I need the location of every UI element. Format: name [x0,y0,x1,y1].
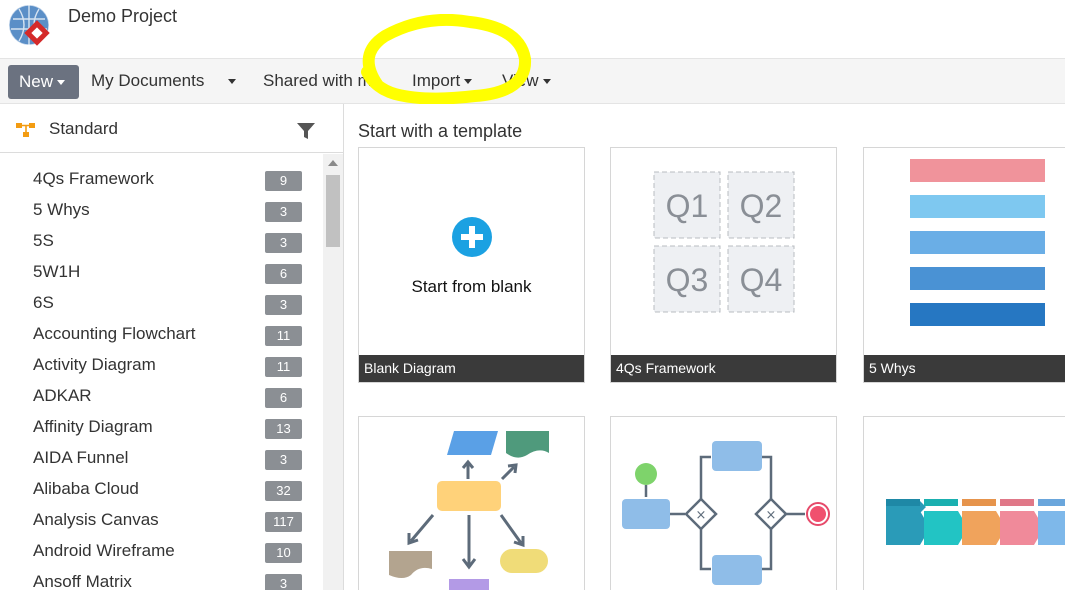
template-card-blank[interactable]: Start from blank Blank Diagram [358,147,585,383]
plus-circle-icon [452,217,492,257]
card-caption: Blank Diagram [359,355,584,382]
list-item-label: 4Qs Framework [33,169,154,188]
new-button-label: New [19,72,54,91]
list-item-label: 5S [33,231,54,250]
template-card-mindmap[interactable] [358,416,585,590]
list-item-label: Accounting Flowchart [33,324,196,343]
scrollbar-thumb[interactable] [326,175,340,247]
count-badge: 11 [265,326,302,346]
list-item[interactable]: Affinity Diagram 13 [0,412,322,443]
list-item-label: ADKAR [33,386,92,405]
scroll-up-arrow-icon[interactable] [328,160,338,166]
app-header: Demo Project [0,0,1065,58]
svg-text:×: × [696,508,707,523]
import-label: Import [412,71,461,90]
count-badge: 3 [265,450,302,470]
list-item-label: Ansoff Matrix [33,572,132,590]
standard-category-icon [16,123,35,137]
card-caption: 5 Whys [864,355,1065,382]
list-item-label: Android Wireframe [33,541,175,560]
chevron-down-icon [464,79,473,85]
my-documents-menu[interactable]: My Documents [91,59,204,103]
template-card-arrows[interactable] [863,416,1065,590]
card-caption: 4Qs Framework [611,355,836,382]
quadrant-label: Q4 [740,262,783,298]
template-category-list: 4Qs Framework 9 5 Whys 3 5S 3 5W1H 6 6S … [0,153,322,590]
template-sidebar: Standard 4Qs Framework 9 5 Whys 3 5S 3 5… [0,104,344,590]
list-item[interactable]: 4Qs Framework 9 [0,164,322,195]
template-card-bpmn[interactable]: × × [610,416,837,590]
list-item-label: 5 Whys [33,200,90,219]
count-badge: 6 [265,388,302,408]
count-badge: 10 [265,543,302,563]
template-card-4qs[interactable]: Q1 Q2 Q3 Q4 4Qs Framework [610,147,837,383]
main-toolbar: New My Documents Shared with me Import V… [0,58,1065,104]
count-badge: 3 [265,233,302,253]
list-item-label: AIDA Funnel [33,448,129,467]
list-item[interactable]: AIDA Funnel 3 [0,443,322,474]
bpmn-thumbnail: × × [622,441,830,585]
list-item-label: Affinity Diagram [33,417,153,436]
count-badge: 117 [265,512,302,532]
count-badge: 11 [265,357,302,377]
quadrant-label: Q1 [666,188,709,224]
list-item[interactable]: Android Wireframe 10 [0,536,322,567]
chevron-down-icon [228,79,236,85]
5whys-thumbnail [910,159,1045,326]
list-item[interactable]: 5 Whys 3 [0,195,322,226]
count-badge: 13 [265,419,302,439]
count-badge: 3 [265,202,302,222]
list-item-label: 6S [33,293,54,312]
list-item[interactable]: Alibaba Cloud 32 [0,474,322,505]
list-item-label: Activity Diagram [33,355,156,374]
list-item[interactable]: 5W1H 6 [0,257,322,288]
view-menu[interactable]: View [502,59,551,103]
sidebar-scrollbar[interactable] [323,154,343,590]
chevron-down-icon [542,79,551,85]
count-badge: 3 [265,295,302,315]
quadrant-label: Q3 [666,262,709,298]
count-badge: 32 [265,481,302,501]
count-badge: 3 [265,574,302,590]
4qs-thumbnail: Q1 Q2 Q3 Q4 [653,171,795,313]
list-item[interactable]: Accounting Flowchart 11 [0,319,322,350]
svg-text:×: × [766,508,777,523]
list-item[interactable]: Activity Diagram 11 [0,350,322,381]
sidebar-header[interactable]: Standard [0,104,344,153]
chevron-down-icon [57,80,66,86]
start-from-blank-text: Start from blank [411,277,532,296]
shared-with-me-label: Shared with me [263,71,382,90]
my-documents-label: My Documents [91,71,205,90]
template-card-5whys[interactable]: 5 Whys [863,147,1065,383]
list-item-label: Analysis Canvas [33,510,159,529]
section-title: Start with a template [358,121,523,141]
list-item-label: Alibaba Cloud [33,479,139,498]
app-logo-icon[interactable] [7,3,51,47]
count-badge: 6 [265,264,302,284]
list-item[interactable]: 5S 3 [0,226,322,257]
quadrant-label: Q2 [740,188,783,224]
list-item[interactable]: Analysis Canvas 117 [0,505,322,536]
project-title[interactable]: Demo Project [68,6,177,27]
count-badge: 9 [265,171,302,191]
filter-icon[interactable] [296,121,316,141]
my-documents-dropdown[interactable] [224,59,236,103]
import-menu[interactable]: Import [412,59,473,103]
list-item[interactable]: Ansoff Matrix 3 [0,567,322,590]
shared-with-me-menu[interactable]: Shared with me [263,59,381,103]
list-item[interactable]: 6S 3 [0,288,322,319]
arrows-thumbnail [886,499,1065,545]
flow-thumbnail [389,431,549,590]
category-label: Standard [49,119,118,138]
blank-card-body: Start from blank [359,148,584,356]
list-item-label: 5W1H [33,262,81,281]
list-item[interactable]: ADKAR 6 [0,381,322,412]
view-label: View [502,71,539,90]
new-button[interactable]: New [8,65,79,99]
